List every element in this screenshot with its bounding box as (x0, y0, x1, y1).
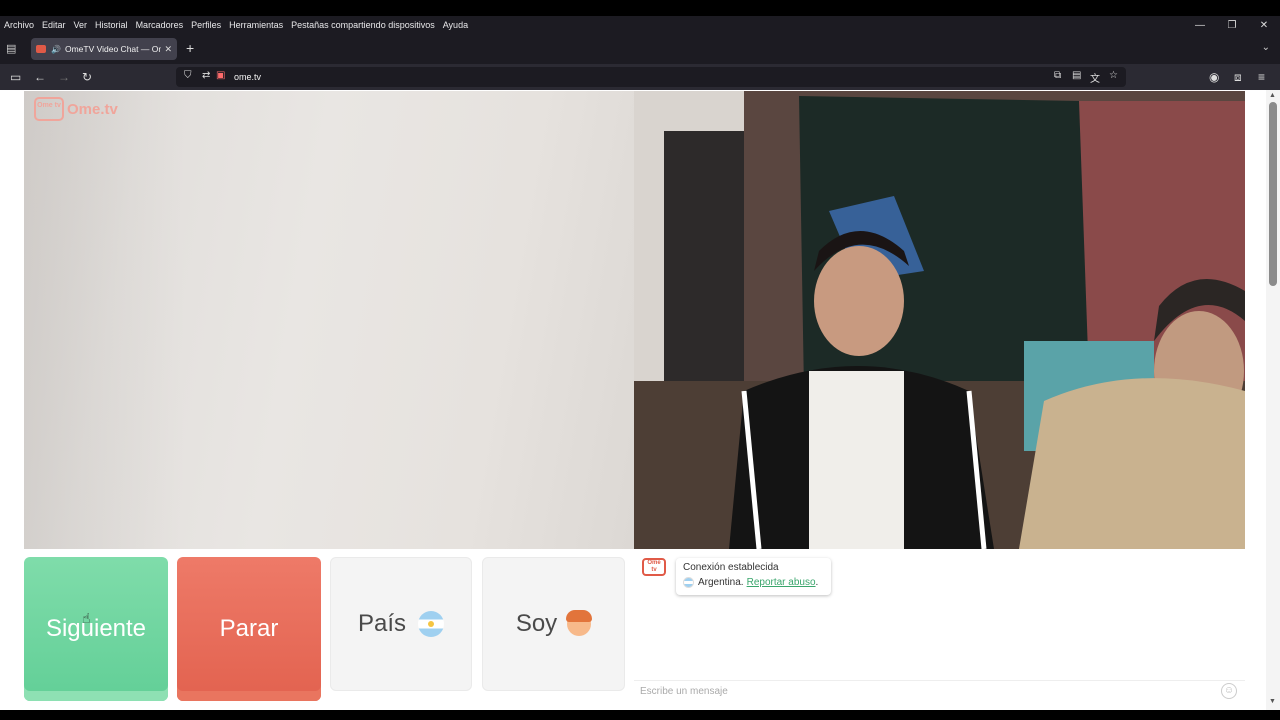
page-scrollbar[interactable]: ▲ ▼ (1266, 90, 1280, 710)
menu-item-7[interactable]: Pestañas compartiendo dispositivos (287, 20, 439, 30)
connection-status: Conexión establecida (683, 562, 779, 573)
chevron-down-icon[interactable]: ⌄ (1262, 42, 1270, 53)
new-tab-button[interactable]: + (186, 41, 194, 55)
minimize-button[interactable]: — (1184, 16, 1216, 34)
message-input[interactable] (640, 684, 1200, 699)
forward-arrow-icon[interactable]: → (58, 69, 70, 85)
remote-video-frame (634, 91, 1245, 549)
navigation-bar: ▭ ← → ↻ ⛉ ⇄ ▣ ome.tv ⧉ ▤ 文 ☆ ◉ ⧈ ≡ (0, 64, 1280, 90)
address-bar[interactable]: ⛉ ⇄ ▣ ome.tv ⧉ ▤ 文 ☆ (176, 67, 1126, 87)
hamburger-menu-icon[interactable]: ≡ (1258, 69, 1265, 85)
local-video (24, 91, 634, 549)
menu-item-1[interactable]: Editar (38, 20, 70, 30)
url-text: ome.tv (234, 72, 262, 82)
picture-in-picture-icon[interactable]: ⧉ (1054, 70, 1061, 81)
menu-item-8[interactable]: Ayuda (439, 20, 472, 30)
tab-title: OmeTV Video Chat — Ome (64, 44, 162, 54)
scroll-down-icon[interactable]: ▼ (1269, 698, 1276, 705)
scroll-thumb[interactable] (1269, 102, 1277, 286)
gender-button-label: Soy (515, 610, 558, 637)
next-button-label: Siguiente (45, 615, 147, 642)
menu-item-3[interactable]: Historial (91, 20, 132, 30)
translate-icon[interactable]: 文 (1090, 70, 1100, 85)
reader-view-icon[interactable]: ▤ (1072, 70, 1081, 81)
next-button[interactable]: Siguiente (24, 557, 168, 701)
emoji-icon[interactable]: ☺ (1221, 683, 1237, 699)
chat-input-bar: ☺ (634, 680, 1245, 701)
stop-button-label: Parar (219, 615, 279, 642)
close-window-button[interactable]: ✕ (1248, 16, 1280, 34)
system-message: Conexión establecida Argentina. Reportar… (676, 558, 831, 595)
tab-list-icon[interactable]: ▤ (6, 42, 20, 56)
menu-item-4[interactable]: Marcadores (132, 20, 188, 30)
country-button-label: País (357, 610, 407, 637)
screen-bottom-border (0, 710, 1280, 720)
sidebar-icon[interactable]: ▭ (10, 69, 21, 85)
puzzle-icon[interactable]: ⧈ (1234, 69, 1242, 85)
menu-item-0[interactable]: Archivo (0, 20, 38, 30)
ometv-logo-badge: Ome tv (34, 97, 64, 121)
menu-item-2[interactable]: Ver (70, 20, 92, 30)
restore-button[interactable]: ❐ (1216, 16, 1248, 34)
reload-icon[interactable]: ↻ (82, 69, 92, 85)
shield-icon[interactable]: ⛉ (184, 70, 192, 81)
camera-icon[interactable]: ▣ (216, 70, 225, 81)
back-arrow-icon[interactable]: ← (34, 69, 46, 85)
tab-ometv[interactable]: 🔊 OmeTV Video Chat — Ome ✕ (31, 38, 177, 60)
menu-item-5[interactable]: Perfiles (187, 20, 225, 30)
gender-button[interactable]: Soy (482, 557, 625, 691)
report-abuse-link[interactable]: Reportar abuso (747, 577, 816, 588)
scroll-up-icon[interactable]: ▲ (1269, 92, 1276, 99)
star-icon[interactable]: ☆ (1109, 70, 1118, 81)
menu-item-6[interactable]: Herramientas (225, 20, 287, 30)
boy-emoji-icon (566, 610, 593, 636)
tab-bar: ▤ 🔊 OmeTV Video Chat — Ome ✕ + ⌄ (0, 34, 1280, 64)
argentina-flag-icon (418, 611, 445, 637)
hand-cursor-icon: ☝ (82, 610, 91, 626)
argentina-flag-icon (683, 577, 694, 588)
permissions-icon[interactable]: ⇄ (202, 70, 210, 81)
report-suffix: . (815, 577, 819, 588)
screen-top-border (0, 0, 1280, 16)
ometv-logo-text: Ome.tv (67, 100, 118, 118)
menu-bar: Archivo Editar Ver Historial Marcadores Perfi… (0, 16, 1280, 34)
close-tab-icon[interactable]: ✕ (164, 44, 172, 55)
ometv-chat-logo-icon: Ome tv (642, 558, 666, 576)
video-shade (24, 91, 184, 549)
country-button[interactable]: País (330, 557, 472, 691)
ometv-logo: Ome tv Ome.tv (34, 97, 118, 121)
speaker-icon[interactable]: 🔊 (51, 45, 61, 54)
remote-video (634, 91, 1245, 549)
ometv-favicon-icon (36, 45, 46, 53)
partner-country: Argentina. (698, 577, 744, 588)
window-controls: — ❐ ✕ (1184, 16, 1280, 34)
account-icon[interactable]: ◉ (1209, 69, 1219, 85)
stop-button[interactable]: Parar (177, 557, 321, 701)
